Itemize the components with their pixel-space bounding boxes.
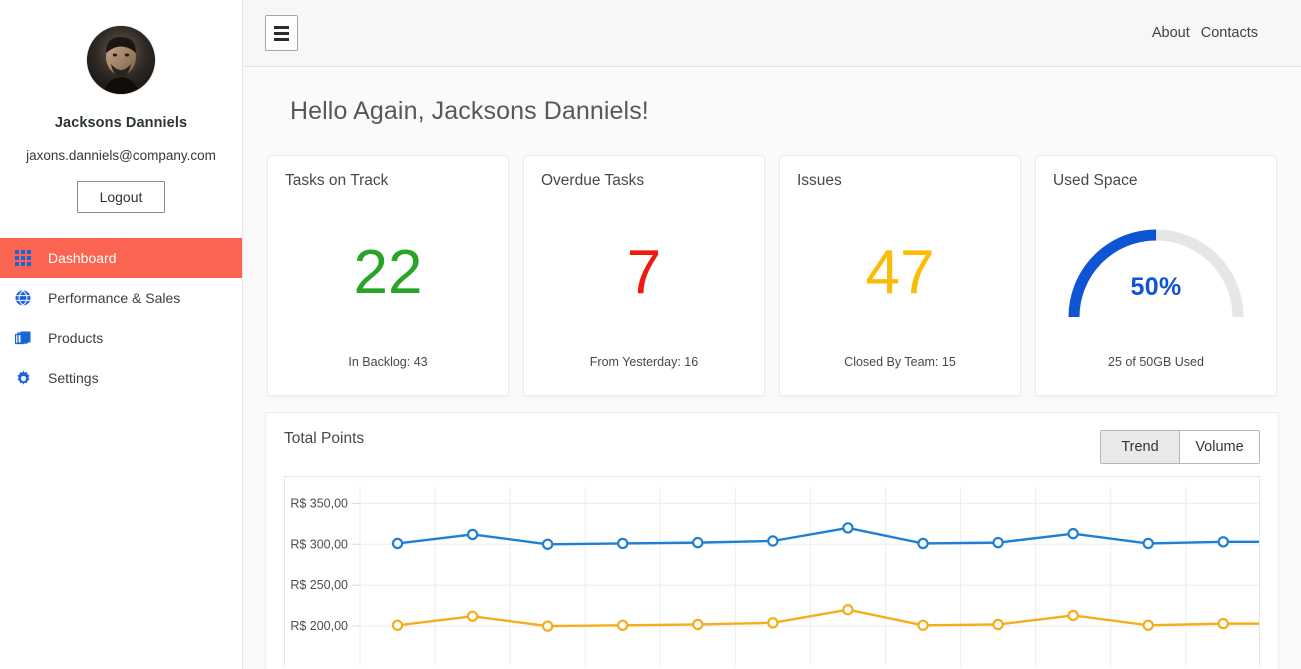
user-avatar-photo (87, 26, 155, 94)
stat-card-title: Used Space (1053, 172, 1138, 189)
stat-card-value: 22 (353, 237, 423, 307)
stat-card-body: 47 (797, 190, 1003, 355)
content-area: Hello Again, Jacksons Danniels! Tasks on… (243, 67, 1301, 669)
stat-card-footer: Closed By Team: 15 (844, 355, 956, 369)
stat-card-footer: In Backlog: 43 (348, 355, 428, 369)
top-nav-link-contacts[interactable]: Contacts (1201, 25, 1258, 41)
line-chart: R$ 350,00 R$ 300,00 R$ 250,00 R$ 200,00 (284, 476, 1260, 666)
stat-card-title: Tasks on Track (285, 172, 389, 189)
sidebar-item-label: Performance & Sales (48, 290, 181, 306)
sidebar-item-performance-and-sales[interactable]: Performance & Sales (0, 278, 242, 318)
top-nav: About Contacts (1152, 25, 1286, 41)
sidebar-item-dashboard[interactable]: Dashboard (0, 238, 242, 278)
svg-text:R$ 200,00: R$ 200,00 (290, 619, 348, 633)
stat-card-value: 7 (626, 237, 662, 307)
stat-card-overdue-tasks: Overdue Tasks 7 From Yesterday: 16 (523, 155, 765, 396)
grid-icon (15, 249, 37, 267)
stat-card-footer: From Yesterday: 16 (589, 355, 699, 369)
sidebar-item-label: Settings (48, 370, 99, 386)
stat-card-issues: Issues 47 Closed By Team: 15 (779, 155, 1021, 396)
chart-header: Total Points Trend Volume (284, 430, 1260, 468)
stat-card-body: 7 (541, 190, 747, 355)
hamburger-bar (274, 37, 289, 41)
hamburger-bar (274, 25, 289, 29)
profile-email: jaxons.danniels@company.com (26, 148, 216, 163)
topbar: About Contacts (243, 0, 1301, 67)
sidebar-nav: Dashboard Performance & Sales Products S… (0, 238, 242, 398)
sidebar-item-settings[interactable]: Settings (0, 358, 242, 398)
hamburger-bar (274, 31, 289, 35)
sidebar-item-products[interactable]: Products (0, 318, 242, 358)
tab-volume[interactable]: Volume (1180, 431, 1259, 463)
profile-name: Jacksons Danniels (54, 115, 188, 131)
chart-view-toggle: Trend Volume (1100, 430, 1260, 464)
stat-cards-row: Tasks on Track 22 In Backlog: 43 Overdue… (265, 155, 1279, 396)
stat-card-title: Issues (797, 172, 842, 189)
stat-card-footer: 25 of 50GB Used (1108, 355, 1204, 369)
dashboard-app: Jacksons Danniels jaxons.danniels@compan… (0, 0, 1301, 669)
main-region: About Contacts Hello Again, Jacksons Dan… (243, 0, 1301, 669)
hamburger-icon[interactable] (265, 15, 298, 51)
stat-card-value: 47 (865, 237, 935, 307)
stat-card-tasks-on-track: Tasks on Track 22 In Backlog: 43 (267, 155, 509, 396)
chart-title: Total Points (284, 430, 365, 447)
top-nav-link-about[interactable]: About (1152, 25, 1190, 41)
globe-icon (15, 290, 37, 306)
svg-text:R$ 300,00: R$ 300,00 (290, 537, 348, 551)
stat-card-body: 50% (1053, 190, 1259, 355)
sidebar-item-label: Dashboard (48, 250, 117, 266)
gear-icon (15, 370, 37, 387)
used-space-gauge: 50% (1060, 221, 1252, 325)
sidebar-profile: Jacksons Danniels jaxons.danniels@compan… (0, 8, 242, 213)
stat-card-title: Overdue Tasks (541, 172, 645, 189)
svg-text:R$ 350,00: R$ 350,00 (290, 496, 348, 510)
logout-button[interactable]: Logout (77, 181, 165, 213)
page-title: Hello Again, Jacksons Danniels! (290, 97, 649, 125)
total-points-panel: Total Points Trend Volume R$ 350,00 R$ 30… (265, 412, 1279, 669)
gauge-percent-label: 50% (1130, 272, 1182, 301)
layers-icon (15, 330, 37, 346)
sidebar: Jacksons Danniels jaxons.danniels@compan… (0, 0, 243, 669)
sidebar-item-label: Products (48, 330, 104, 346)
tab-trend[interactable]: Trend (1101, 431, 1180, 463)
stat-card-body: 22 (285, 190, 491, 355)
stat-card-used-space: Used Space 50% 25 of 50GB Used (1035, 155, 1277, 396)
svg-text:R$ 250,00: R$ 250,00 (290, 578, 348, 592)
